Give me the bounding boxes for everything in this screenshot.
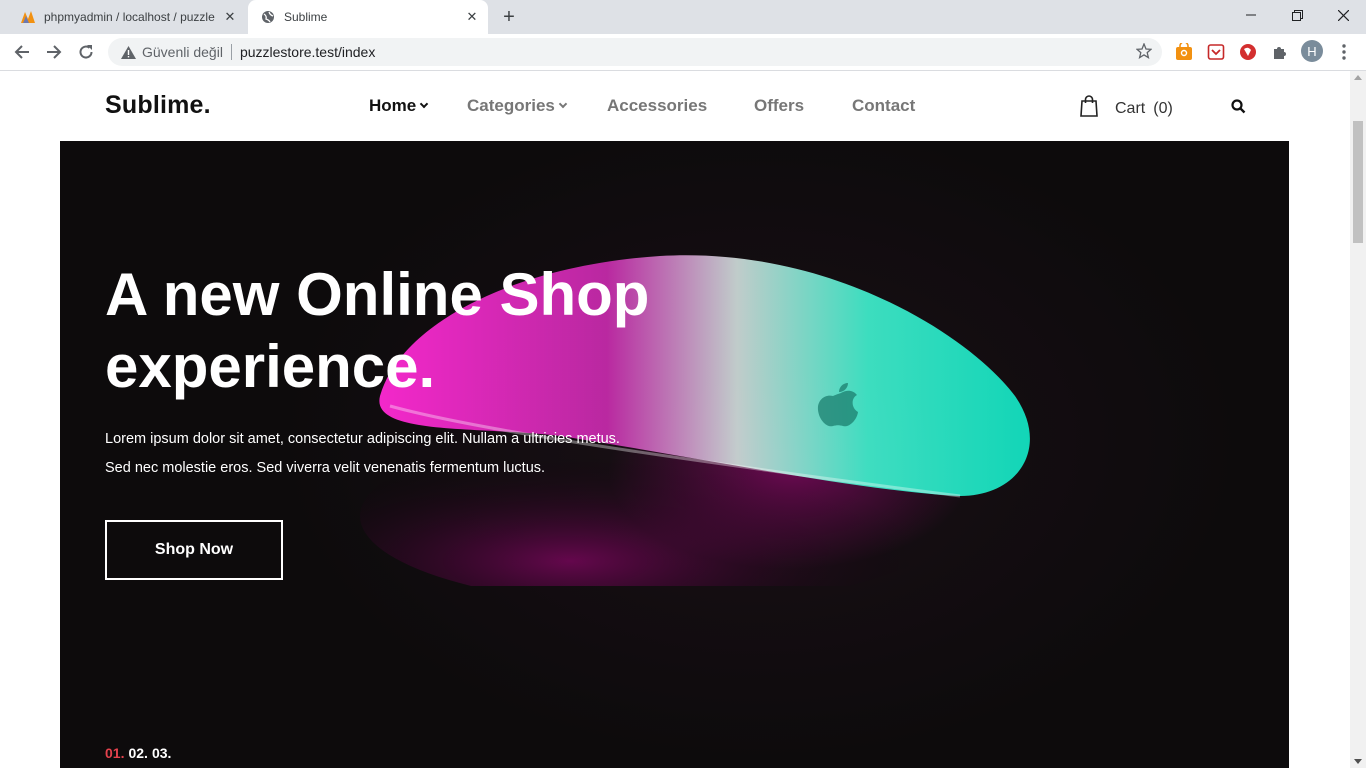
hero-title: A new Online Shop experience. [105,259,745,403]
minimize-button[interactable] [1228,0,1274,30]
adblock-extension-icon[interactable] [1238,42,1258,62]
back-button[interactable] [10,40,34,64]
shopping-bag-icon [1080,95,1098,122]
search-icon[interactable] [1231,99,1247,115]
site-header: Sublime. Home Categories Accessories Off… [0,71,1350,141]
new-tab-button[interactable]: + [498,6,520,28]
browser-tab-bar: phpmyadmin / localhost / puzzle ✕ Sublim… [0,0,1366,34]
hero-desc-line2: Sed nec molestie eros. Sed viverra velit… [105,460,546,476]
shopping-extension-icon[interactable] [1174,42,1194,62]
scrollbar-thumb[interactable] [1353,121,1363,243]
nav-categories[interactable]: Categories [467,96,568,116]
slide-indicator-2[interactable]: 02. [128,745,147,761]
slide-indicator-3[interactable]: 03. [152,745,171,761]
slide-indicator-1[interactable]: 01. [105,745,124,761]
forward-button[interactable] [42,40,66,64]
chevron-down-icon [419,99,429,109]
nav-home[interactable]: Home [369,96,429,116]
shop-now-button[interactable]: Shop Now [105,520,283,580]
profile-avatar[interactable]: H [1301,40,1323,62]
security-label: Güvenli değil [142,44,223,60]
restore-button[interactable] [1274,0,1320,30]
nav-label: Contact [852,96,916,115]
hero-title-line1: A new Online Shop [105,261,650,328]
tab-phpmyadmin[interactable]: phpmyadmin / localhost / puzzle ✕ [8,0,246,34]
cart-link[interactable]: Cart (0) [1080,95,1173,122]
hero-banner: A new Online Shop experience. Lorem ipsu… [60,141,1289,768]
url-text[interactable]: puzzlestore.test/index [240,44,375,60]
phpmyadmin-icon [20,9,36,25]
globe-icon [260,9,276,25]
nav-label: Categories [467,96,555,115]
chevron-down-icon [558,99,568,109]
nav-label: Home [369,96,417,115]
close-window-button[interactable] [1320,0,1366,30]
nav-label: Offers [754,96,805,115]
reload-button[interactable] [74,40,98,64]
cart-count: (0) [1153,99,1173,117]
bookmark-star-icon[interactable] [1135,42,1153,62]
page-viewport: Sublime. Home Categories Accessories Off… [0,71,1350,768]
separator [230,44,232,60]
extensions-puzzle-icon[interactable] [1270,42,1290,62]
nav-accessories[interactable]: Accessories [607,96,707,116]
hero-title-line2: experience. [105,333,436,400]
close-tab-icon[interactable]: ✕ [462,7,482,27]
address-bar[interactable]: Güvenli değil puzzlestore.test/index [108,38,1162,66]
page-scrollbar[interactable] [1350,71,1366,768]
hero-description: Lorem ipsum dolor sit amet, consectetur … [105,425,725,483]
scroll-down-arrow-icon[interactable] [1354,759,1362,764]
scroll-up-arrow-icon[interactable] [1354,75,1362,80]
hero-desc-line1: Lorem ipsum dolor sit amet, consectetur … [105,431,620,447]
site-logo[interactable]: Sublime. [105,91,211,120]
warning-icon[interactable] [120,45,136,59]
tab-sublime[interactable]: Sublime ✕ [248,0,488,34]
slide-pager: 01. 02. 03. [105,745,175,761]
browser-menu-icon[interactable] [1334,42,1354,62]
close-tab-icon[interactable]: ✕ [220,7,240,27]
tab-title: Sublime [284,10,328,24]
tab-title: phpmyadmin / localhost / puzzle [44,10,215,24]
nav-contact[interactable]: Contact [852,96,915,116]
cart-label: Cart [1115,99,1146,117]
pocket-extension-icon[interactable] [1206,42,1226,62]
nav-label: Accessories [607,96,708,115]
browser-toolbar: Güvenli değil puzzlestore.test/index H [0,34,1366,71]
nav-offers[interactable]: Offers [754,96,804,116]
